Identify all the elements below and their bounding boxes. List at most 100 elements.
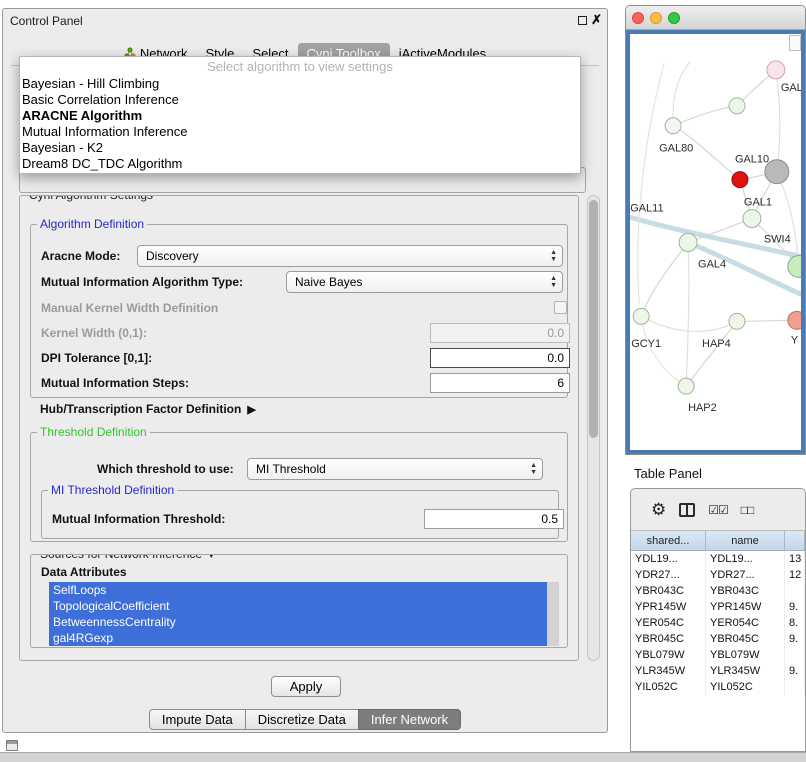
mi-algorithm-type-select[interactable]: Naive Bayes ▲▼ xyxy=(286,271,563,293)
data-attributes-list: SelfLoopsTopologicalCoefficientBetweenne… xyxy=(49,582,547,646)
dpi-tolerance-field[interactable]: 0.0 xyxy=(430,348,570,368)
network-edge[interactable] xyxy=(776,70,780,172)
network-node[interactable] xyxy=(729,98,745,114)
table-row[interactable]: YBL079WYBL079W xyxy=(631,647,805,663)
table-row[interactable]: YDR27...YDR27...12 xyxy=(631,567,805,583)
threshold-type-select[interactable]: MI Threshold ▲▼ xyxy=(247,458,543,480)
network-edge[interactable] xyxy=(673,106,737,126)
close-traffic-light[interactable] xyxy=(632,12,644,24)
node-label-gal11: GAL11 xyxy=(630,203,663,215)
columns-icon[interactable] xyxy=(679,503,695,517)
status-strip xyxy=(0,752,806,762)
mi-threshold-field[interactable]: 0.5 xyxy=(424,509,564,529)
app-root: Control Panel ✗ NetworkStyleSelectCyni T… xyxy=(0,0,806,762)
settings-scrollbar-thumb[interactable] xyxy=(589,200,598,438)
threshold-definition-title: Threshold Definition xyxy=(37,425,150,439)
cyni-algorithm-settings-group: Cyni Algorithm Settings Algorithm Defini… xyxy=(19,195,579,661)
data-attribute-item-topologicalcoefficient[interactable]: TopologicalCoefficient xyxy=(49,598,547,614)
minimize-traffic-light[interactable] xyxy=(650,12,662,24)
table-panel-title: Table Panel xyxy=(634,466,702,481)
kernel-width-field[interactable]: 0.0 xyxy=(430,323,570,343)
network-window-titlebar[interactable] xyxy=(626,6,805,30)
float-button[interactable] xyxy=(578,16,587,25)
network-edge[interactable] xyxy=(641,242,688,316)
algorithm-option-bayesian-hill-climbing[interactable]: Bayesian - Hill Climbing xyxy=(20,76,580,92)
close-button[interactable]: ✗ xyxy=(591,12,602,28)
table-cell: YLR345W xyxy=(706,663,785,679)
table-cell: YBR043C xyxy=(631,583,706,599)
table-cell: 13 xyxy=(785,551,805,567)
network-edge[interactable] xyxy=(673,62,690,126)
mi-threshold-label: Mutual Information Threshold: xyxy=(52,508,225,530)
expand-arrow-icon[interactable]: ▶ xyxy=(247,404,255,416)
algorithm-option-aracne-algorithm[interactable]: ARACNE Algorithm xyxy=(20,108,580,124)
sources-title: Sources for Network Inference xyxy=(40,554,202,561)
table-cell: YBR045C xyxy=(631,631,706,647)
combo-arrows-icon: ▲▼ xyxy=(550,275,557,289)
select-all-columns-icon[interactable]: ☑☑ xyxy=(708,503,728,517)
table-cell: YLR345W xyxy=(631,663,706,679)
aracne-mode-select[interactable]: Discovery ▲▼ xyxy=(137,245,563,267)
data-attribute-item-gal4rgexp[interactable]: gal4RGexp xyxy=(49,630,547,646)
column-header-extra[interactable] xyxy=(785,531,805,550)
tab-discretize-data[interactable]: Discretize Data xyxy=(245,709,359,730)
column-header-name[interactable]: name xyxy=(706,531,785,550)
table-cell: YPR145W xyxy=(631,599,706,615)
attributes-scrollbar[interactable] xyxy=(547,582,559,646)
network-edge[interactable] xyxy=(641,316,686,386)
network-node[interactable] xyxy=(788,255,801,277)
mi-steps-field[interactable]: 6 xyxy=(430,373,570,393)
node-label-gal10: GAL10 xyxy=(735,154,769,166)
data-attribute-item-betweennesscentrality[interactable]: BetweennessCentrality xyxy=(49,614,547,630)
bottom-tab-bar: Impute DataDiscretize DataInfer Network xyxy=(3,709,607,730)
algorithm-option-mutual-information-inference[interactable]: Mutual Information Inference xyxy=(20,124,580,140)
table-row[interactable]: YLR345WYLR345W9. xyxy=(631,663,805,679)
network-edge[interactable] xyxy=(686,242,689,386)
gear-icon[interactable]: ⚙ xyxy=(651,501,666,518)
network-scrollbar-corner[interactable] xyxy=(789,35,801,51)
settings-scrollbar[interactable] xyxy=(587,195,600,661)
table-cell: YBR045C xyxy=(706,631,785,647)
column-header-shared[interactable]: shared... xyxy=(631,531,706,550)
control-panel-window: Control Panel ✗ NetworkStyleSelectCyni T… xyxy=(2,8,608,733)
network-node[interactable] xyxy=(732,172,748,188)
algorithm-option-basic-correlation-inference[interactable]: Basic Correlation Inference xyxy=(20,92,580,108)
tab-impute-data[interactable]: Impute Data xyxy=(149,709,246,730)
manual-kernel-label: Manual Kernel Width Definition xyxy=(41,297,218,319)
table-cell: 9. xyxy=(785,599,805,615)
network-node[interactable] xyxy=(679,234,697,252)
table-row[interactable]: YER054CYER054C8. xyxy=(631,615,805,631)
table-row[interactable]: YPR145WYPR145W9. xyxy=(631,599,805,615)
panel-dock-icon[interactable] xyxy=(6,740,18,751)
table-row[interactable]: YBR045CYBR045C9. xyxy=(631,631,805,647)
network-node[interactable] xyxy=(788,311,801,329)
data-attribute-item-selfloops[interactable]: SelfLoops xyxy=(49,582,547,598)
manual-kernel-checkbox[interactable] xyxy=(554,301,567,314)
network-node[interactable] xyxy=(743,210,761,228)
network-node[interactable] xyxy=(767,61,785,79)
algorithm-option-dream8-dc-tdc-algorithm[interactable]: Dream8 DC_TDC Algorithm xyxy=(20,156,580,172)
tab-infer-network[interactable]: Infer Network xyxy=(358,709,461,730)
hub-definition-section[interactable]: Hub/Transcription Factor Definition▶ xyxy=(40,402,256,420)
table-cell xyxy=(785,583,805,599)
table-cell: YDL19... xyxy=(706,551,785,567)
apply-button[interactable]: Apply xyxy=(271,676,341,697)
collapse-arrow-icon[interactable]: ▼ xyxy=(205,554,217,561)
table-header: shared...name xyxy=(631,531,805,551)
table-row[interactable]: YBR043CYBR043C xyxy=(631,583,805,599)
network-canvas[interactable]: GALGAL80GAL10GAL11GAL1SWI4GAL4GCY1HAP4YH… xyxy=(630,34,801,450)
table-row[interactable]: YIL052CYIL052C xyxy=(631,679,805,695)
network-node[interactable] xyxy=(665,118,681,134)
zoom-traffic-light[interactable] xyxy=(668,12,680,24)
network-edge[interactable] xyxy=(641,316,737,331)
deselect-columns-icon[interactable]: □□ xyxy=(741,503,754,517)
threshold-type-label: Which threshold to use: xyxy=(97,458,234,480)
node-label-gal80: GAL80 xyxy=(659,143,693,155)
network-edge[interactable] xyxy=(638,64,664,303)
network-node[interactable] xyxy=(633,308,649,324)
table-row[interactable]: YDL19...YDL19...13 xyxy=(631,551,805,567)
table-panel-window: ⚙ ☑☑ □□ shared...name YDL19...YDL19...13… xyxy=(630,488,806,752)
algorithm-option-bayesian-k2[interactable]: Bayesian - K2 xyxy=(20,140,580,156)
network-node[interactable] xyxy=(678,378,694,394)
network-node[interactable] xyxy=(729,313,745,329)
